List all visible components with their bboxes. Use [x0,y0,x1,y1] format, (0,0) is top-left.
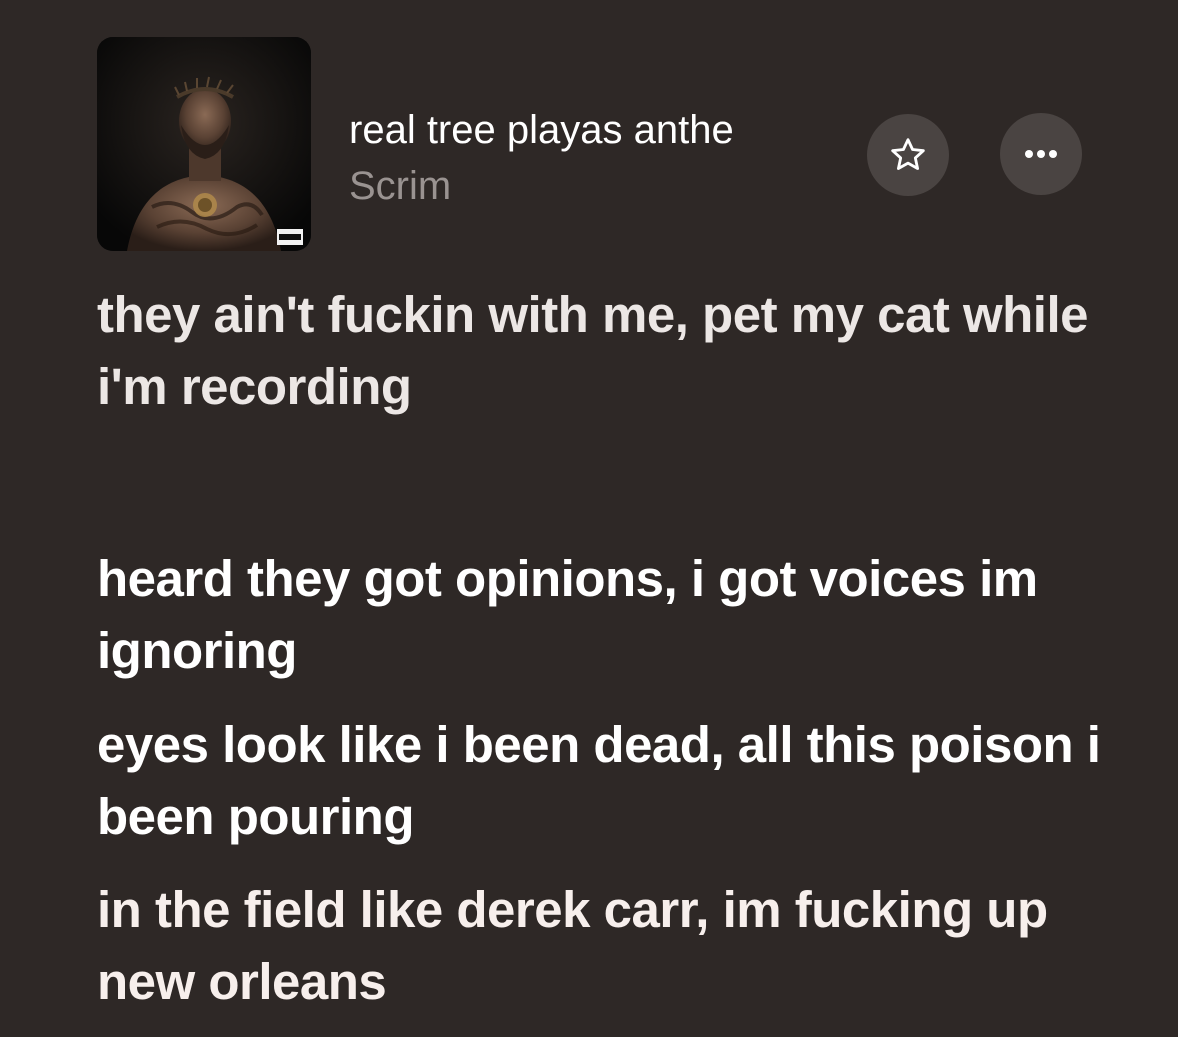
lyric-line[interactable]: eyes look like i been dead, all this poi… [97,709,1117,853]
favorite-button[interactable] [867,114,949,196]
ellipsis-icon [1025,150,1057,158]
star-outline-icon [891,138,925,170]
lyric-line[interactable]: in the field like derek carr, im fucking… [97,874,1117,1018]
more-options-button[interactable] [1000,113,1082,195]
artist-name[interactable]: Scrim [349,162,451,210]
artwork-image [97,37,311,251]
lyric-line[interactable]: they ain't fuckin with me, pet my cat wh… [97,279,1117,423]
song-title[interactable]: real tree playas anthe [349,106,854,154]
lyric-line[interactable]: heard they got opinions, i got voices im… [97,543,1117,687]
album-artwork[interactable] [97,37,311,251]
lyrics-screen: real tree playas anthe Scrim they ain't … [0,0,1178,1037]
